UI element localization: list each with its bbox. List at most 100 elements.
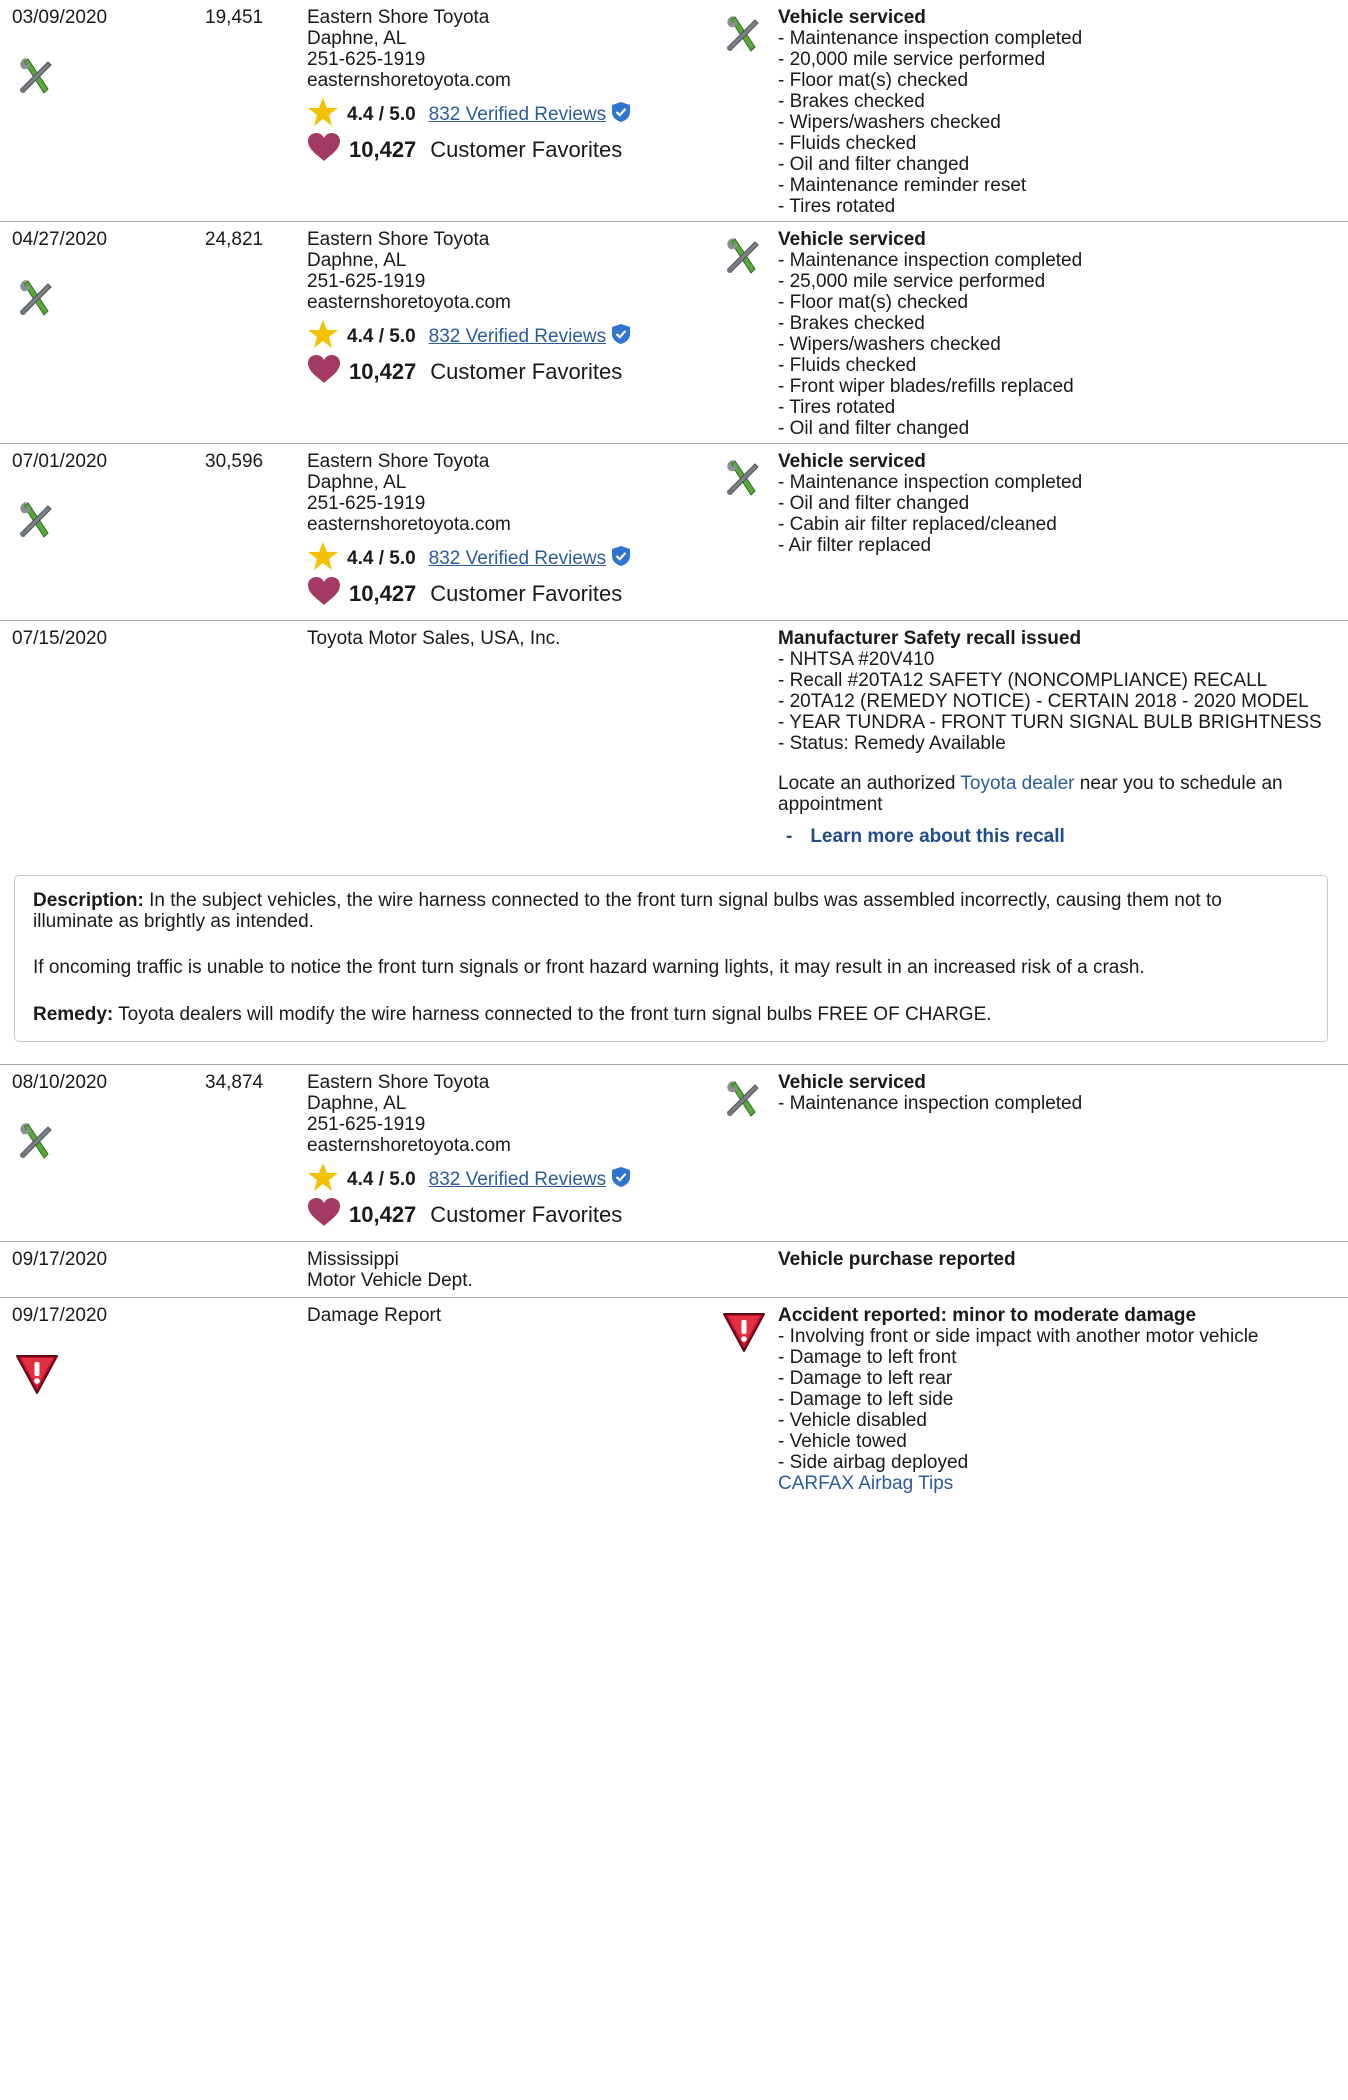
favorites-label: Customer Favorites (430, 581, 623, 606)
comment-line: - Tires rotated (778, 196, 896, 217)
rating-score: 4.4 / 5.0 (347, 326, 416, 347)
record-date: 04/27/2020 (12, 229, 108, 250)
record-comments: Accident reported: minor to moderate dam… (778, 1305, 1338, 1494)
source-name: Damage Report (307, 1305, 442, 1326)
favorites-count: 10,427 (349, 137, 417, 162)
record-comments: Vehicle serviced - Maintenance inspectio… (778, 1072, 1338, 1114)
record-odometer: 19,451 (205, 7, 264, 28)
source-phone: 251-625-1919 (307, 49, 426, 70)
comment-line: - YEAR TUNDRA - FRONT TURN SIGNAL BULB B… (778, 712, 1322, 733)
recall-description: Description: In the subject vehicles, th… (33, 890, 1222, 911)
source-website: easternshoretoyota.com (307, 514, 511, 535)
comment-line: - Maintenance inspection completed (778, 1093, 1083, 1114)
comment-line: - Recall #20TA12 SAFETY (NONCOMPLIANCE) … (778, 670, 1268, 691)
wrench-screwdriver-icon (18, 500, 54, 546)
customer-favorites: 10,427 Customer Favorites (307, 576, 622, 612)
source-location: Daphne, AL (307, 472, 407, 493)
dealer-rating: 4.4 / 5.0 832 Verified Reviews (307, 319, 631, 355)
record-source: Eastern Shore Toyota Daphne, AL 251-625-… (307, 1072, 707, 1156)
comment-line: - Oil and filter changed (778, 493, 970, 514)
warning-triangle-icon (721, 1310, 767, 1360)
record-odometer: 24,821 (205, 229, 264, 250)
record-source: Damage Report (307, 1305, 707, 1326)
comment-line: - Maintenance reminder reset (778, 175, 1027, 196)
favorites-count: 10,427 (349, 581, 417, 606)
record-comments: Vehicle serviced - Maintenance inspectio… (778, 7, 1338, 217)
dealer-rating: 4.4 / 5.0 832 Verified Reviews (307, 1162, 631, 1198)
record-date: 09/17/2020 (12, 1249, 108, 1270)
comment-line: - Front wiper blades/refills replaced (778, 376, 1074, 397)
record-comments: Vehicle purchase reported (778, 1249, 1338, 1270)
source-website: easternshoretoyota.com (307, 70, 511, 91)
favorites-count: 10,427 (349, 359, 417, 384)
wrench-screwdriver-icon (18, 278, 54, 324)
verified-reviews-link[interactable]: 832 Verified Reviews (429, 104, 606, 126)
star-icon (307, 541, 339, 577)
toyota-dealer-link[interactable]: Toyota dealer (960, 773, 1074, 794)
record-source: Eastern Shore Toyota Daphne, AL 251-625-… (307, 7, 707, 91)
source-department: Motor Vehicle Dept. (307, 1270, 473, 1291)
comment-line: - Floor mat(s) checked (778, 70, 969, 91)
comment-line: - NHTSA #20V410 (778, 649, 935, 670)
history-record: 09/17/2020 Damage Report Accident report… (0, 1298, 1348, 1498)
rating-score: 4.4 / 5.0 (347, 104, 416, 125)
comment-line: - Damage to left front (778, 1347, 957, 1368)
wrench-screwdriver-icon (18, 56, 54, 102)
comment-title: Vehicle purchase reported (778, 1249, 1016, 1270)
star-icon (307, 1162, 339, 1198)
comment-line: - 20,000 mile service performed (778, 49, 1046, 70)
record-source: Eastern Shore Toyota Daphne, AL 251-625-… (307, 451, 707, 535)
comment-line: - Damage to left rear (778, 1368, 953, 1389)
verified-reviews-link[interactable]: 832 Verified Reviews (429, 1169, 606, 1191)
comment-line: - Floor mat(s) checked (778, 292, 969, 313)
heart-icon (307, 132, 341, 168)
wrench-screwdriver-icon (18, 1121, 54, 1167)
history-record: 03/09/2020 19,451 Eastern Shore Toyota D… (0, 0, 1348, 222)
source-phone: 251-625-1919 (307, 271, 426, 292)
comment-line: - Damage to left side (778, 1389, 954, 1410)
record-date: 07/01/2020 (12, 451, 108, 472)
favorites-label: Customer Favorites (430, 137, 623, 162)
comment-line: - Side airbag deployed (778, 1452, 969, 1473)
comment-line: - Fluids checked (778, 133, 917, 154)
verified-reviews-link[interactable]: 832 Verified Reviews (429, 548, 606, 570)
comment-line: - 25,000 mile service performed (778, 271, 1046, 292)
airbag-tips-link[interactable]: CARFAX Airbag Tips (778, 1473, 1338, 1494)
comment-line: - Air filter replaced (778, 535, 932, 556)
source-location: Daphne, AL (307, 1093, 407, 1114)
dealer-rating: 4.4 / 5.0 832 Verified Reviews (307, 541, 631, 577)
verified-reviews-link[interactable]: 832 Verified Reviews (429, 326, 606, 348)
comment-line: - Status: Remedy Available (778, 733, 1006, 754)
source-name: Eastern Shore Toyota (307, 229, 490, 250)
history-record: 07/01/2020 30,596 Eastern Shore Toyota D… (0, 444, 1348, 621)
heart-icon (307, 576, 341, 612)
comment-line: - Oil and filter changed (778, 154, 970, 175)
source-name: Eastern Shore Toyota (307, 451, 490, 472)
verified-badge-icon (611, 1166, 631, 1194)
record-comments: Vehicle serviced - Maintenance inspectio… (778, 451, 1338, 556)
rating-score: 4.4 / 5.0 (347, 1169, 416, 1190)
recall-risk: If oncoming traffic is unable to notice … (33, 957, 1145, 978)
source-website: easternshoretoyota.com (307, 1135, 511, 1156)
customer-favorites: 10,427 Customer Favorites (307, 1197, 622, 1233)
source-name: Toyota Motor Sales, USA, Inc. (307, 628, 561, 649)
comment-line: - 20TA12 (REMEDY NOTICE) - CERTAIN 2018 … (778, 691, 1309, 712)
record-source: Eastern Shore Toyota Daphne, AL 251-625-… (307, 229, 707, 313)
comment-line: - Vehicle disabled (778, 1410, 927, 1431)
comment-line: - Involving front or side impact with an… (778, 1326, 1259, 1347)
star-icon (307, 97, 339, 133)
dealer-rating: 4.4 / 5.0 832 Verified Reviews (307, 97, 631, 133)
wrench-screwdriver-icon (725, 236, 761, 282)
source-name: Eastern Shore Toyota (307, 1072, 490, 1093)
comment-title: Vehicle serviced (778, 7, 926, 28)
history-record: 09/17/2020 Mississippi Motor Vehicle Dep… (0, 1242, 1348, 1298)
record-date: 09/17/2020 (12, 1305, 108, 1326)
source-phone: 251-625-1919 (307, 1114, 426, 1135)
learn-more-recall-link[interactable]: - Learn more about this recall (778, 826, 1338, 847)
comment-line: - Wipers/washers checked (778, 334, 1001, 355)
comment-line: - Vehicle towed (778, 1431, 907, 1452)
history-record: 04/27/2020 24,821 Eastern Shore Toyota D… (0, 222, 1348, 444)
source-phone: 251-625-1919 (307, 493, 426, 514)
heart-icon (307, 1197, 341, 1233)
locate-dealer-text-line2: appointment (778, 794, 883, 815)
